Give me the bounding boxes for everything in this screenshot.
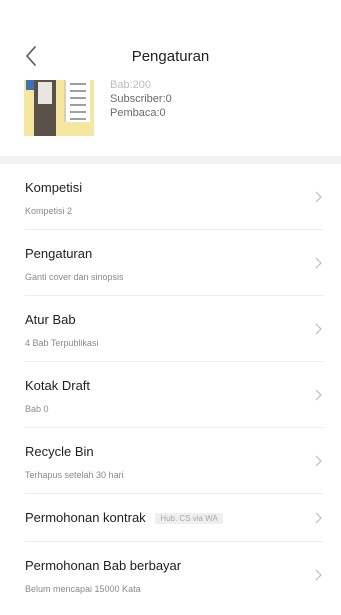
contact-cs-badge[interactable]: Hub. CS via WA [155,513,223,525]
menu-item-recycle-bin[interactable]: Recycle Bin Terhapus setelah 30 hari [25,428,323,494]
menu-item-pengaturan[interactable]: Pengaturan Ganti cover dan sinopsis [25,230,323,296]
chevron-right-icon [315,569,322,581]
settings-menu: Kompetisi Kompetisi 2 Pengaturan Ganti c… [0,164,341,608]
menu-item-title: Recycle Bin [25,444,94,459]
chevron-right-icon [315,191,322,203]
app-screen: Pengaturan Bab:200 Subscriber:0 Pembaca:… [0,0,341,615]
menu-item-kotak-draft[interactable]: Kotak Draft Bab 0 [25,362,323,428]
menu-item-title: Kompetisi [25,180,83,195]
menu-item-atur-bab[interactable]: Atur Bab 4 Bab Terpublikasi [25,296,323,362]
menu-item-title: Permohonan kontrak [25,510,146,525]
menu-item-title: Kotak Draft [25,378,91,393]
chevron-right-icon [315,257,322,269]
menu-item-permohonan-bab-berbayar[interactable]: Permohonan Bab berbayar Belum mencapai 1… [25,542,323,608]
chevron-right-icon [315,389,322,401]
menu-item-subtitle: 4 Bab Terpublikasi [25,338,99,348]
chevron-right-icon [315,512,322,524]
stat-readers: Pembaca:0 [110,107,166,119]
book-cover-image[interactable] [24,80,94,136]
book-summary: Bab:200 Subscriber:0 Pembaca:0 [0,80,341,156]
stat-subscribers: Subscriber:0 [110,93,172,105]
menu-item-subtitle: Belum mencapai 15000 Kata [25,584,141,594]
stat-chapters: Bab:200 [110,80,151,91]
menu-item-permohonan-kontrak[interactable]: Permohonan kontrak Hub. CS via WA [25,494,323,542]
chevron-right-icon [315,455,322,467]
chevron-right-icon [315,323,322,335]
page-title: Pengaturan [131,48,210,65]
menu-item-subtitle: Ganti cover dan sinopsis [25,272,124,282]
menu-item-kompetisi[interactable]: Kompetisi Kompetisi 2 [25,164,323,230]
menu-item-subtitle: Kompetisi 2 [25,206,73,216]
book-stats: Bab:200 Subscriber:0 Pembaca:0 [110,80,172,120]
menu-item-title-wrap: Permohonan kontrak Hub. CS via WA [25,510,223,525]
menu-item-subtitle: Terhapus setelah 30 hari [25,470,124,480]
menu-item-title: Atur Bab [25,312,76,327]
menu-item-title: Pengaturan [25,246,93,261]
top-bar: Pengaturan [0,0,341,80]
menu-item-subtitle: Bab 0 [25,404,49,414]
menu-item-title: Permohonan Bab berbayar [25,558,182,573]
section-divider [0,156,341,164]
